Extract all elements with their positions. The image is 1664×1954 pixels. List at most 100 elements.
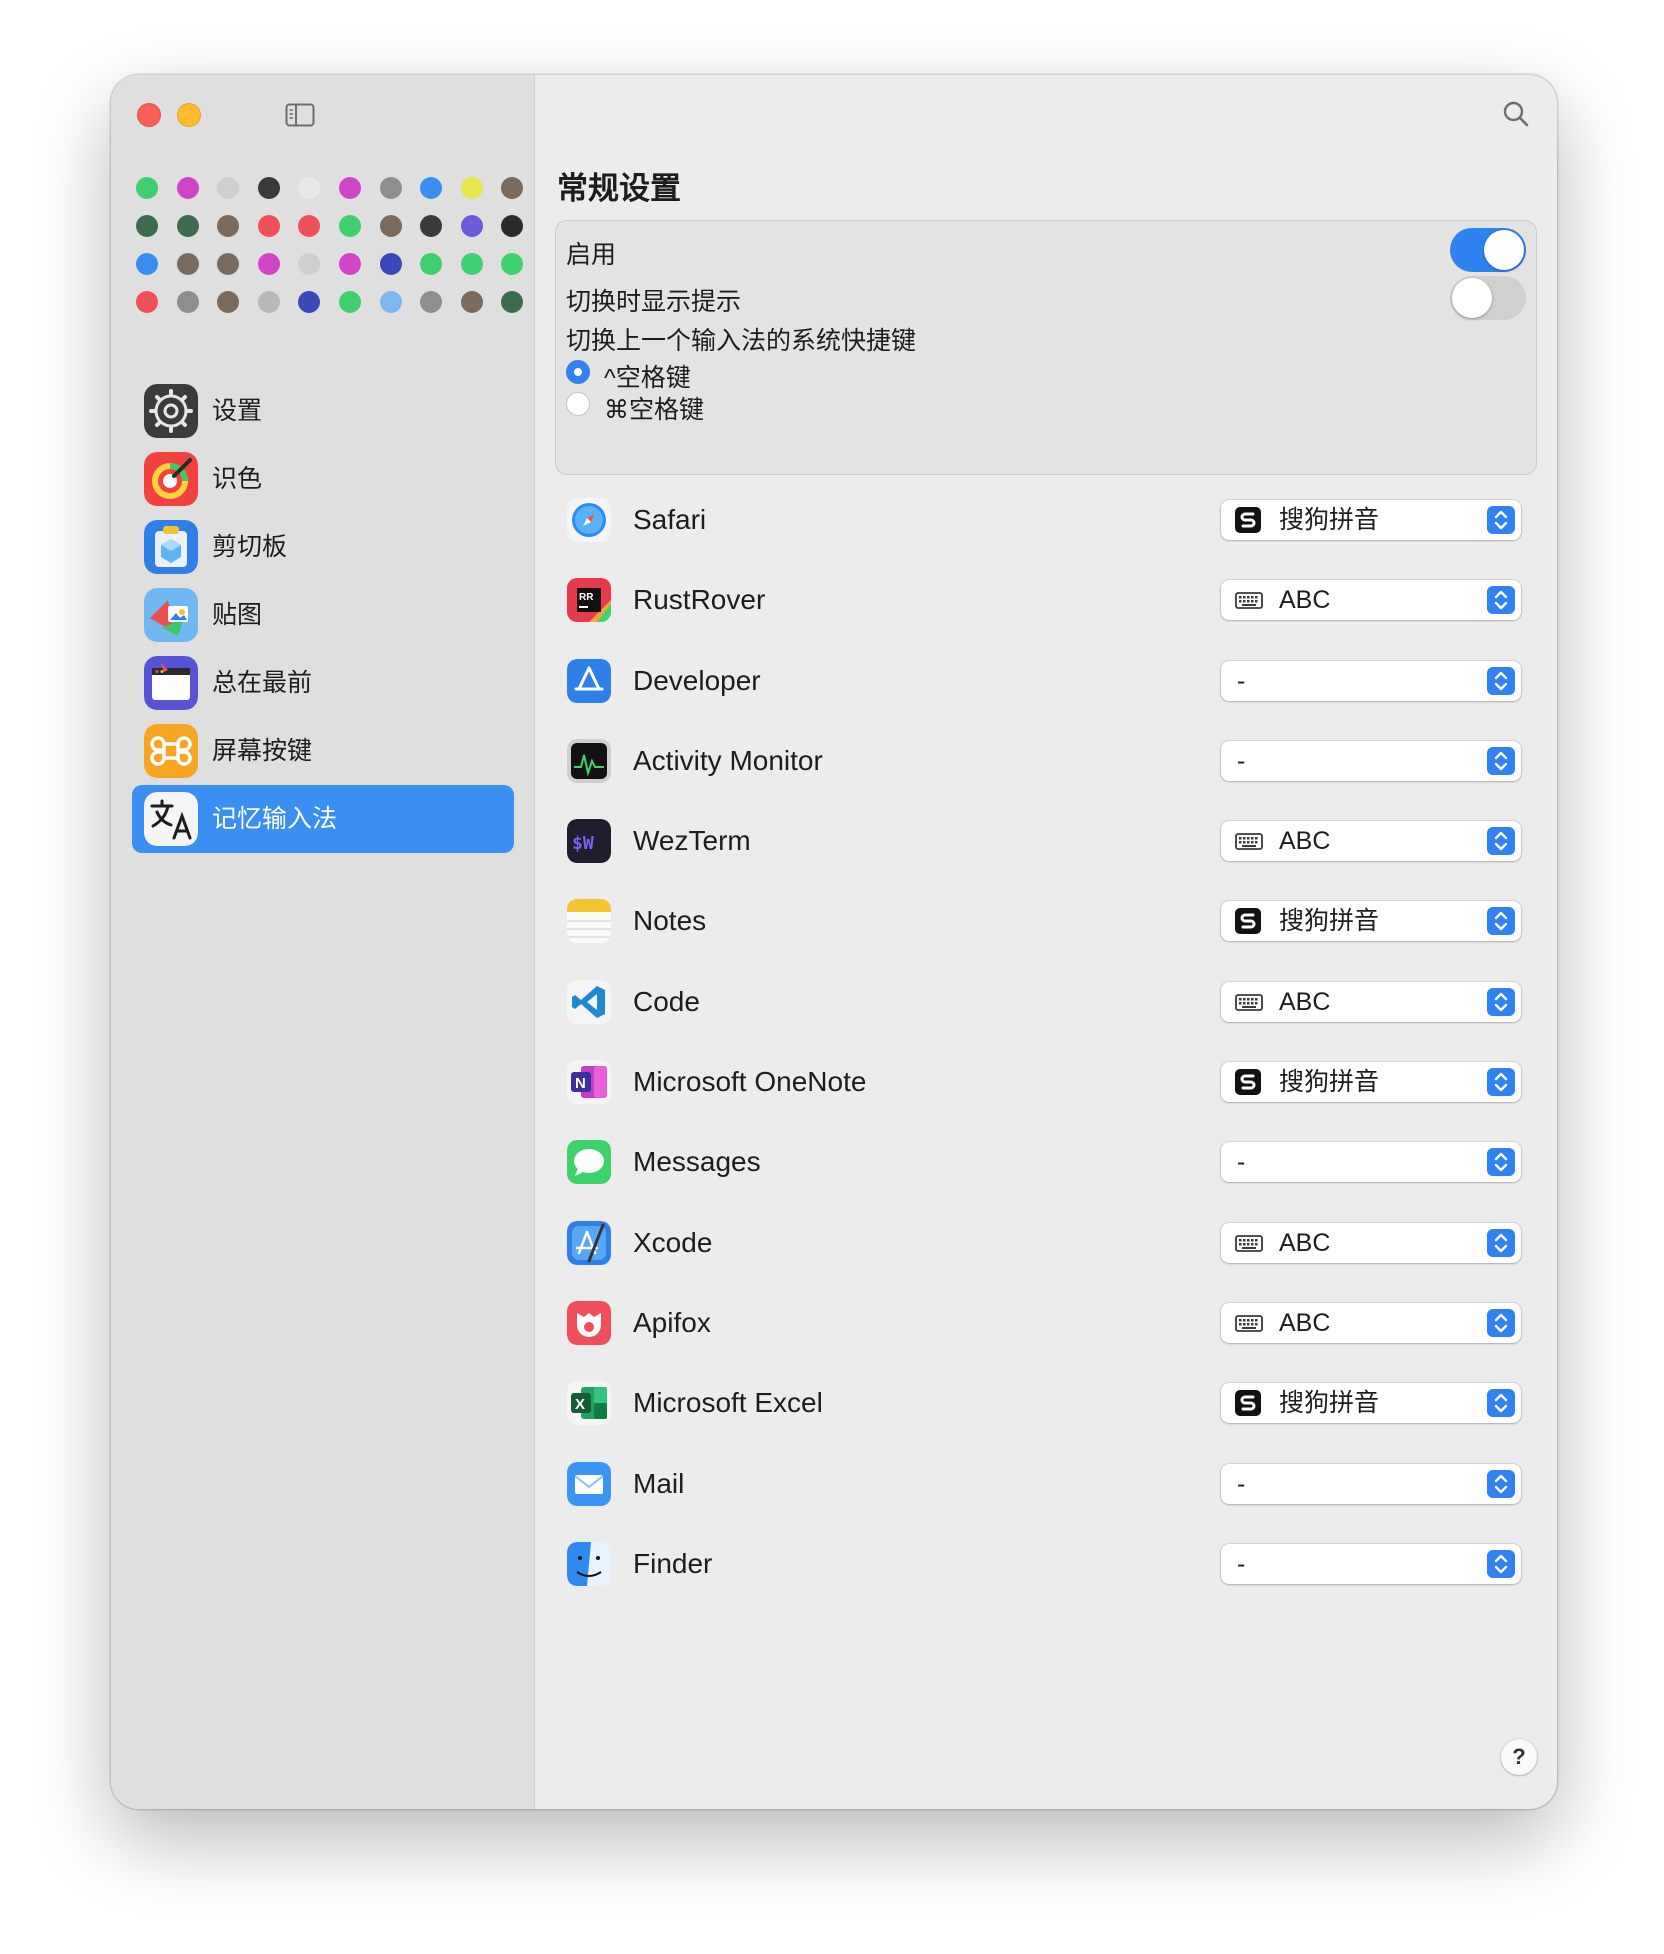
input-method-value: - (1237, 746, 1246, 775)
palette-swatch[interactable] (460, 177, 483, 199)
palette-swatch[interactable] (136, 253, 158, 275)
input-method-select[interactable]: - (1221, 1463, 1521, 1504)
input-method-select[interactable]: ABC (1221, 821, 1521, 862)
input-method-select[interactable]: 搜狗拼音 (1221, 901, 1521, 942)
radio-ctrl-space[interactable] (566, 360, 590, 384)
input-method-select[interactable]: - (1221, 660, 1521, 701)
radio-ctrl-space-label: ^空格键 (604, 364, 691, 392)
sidebar-item-label: 记忆输入法 (212, 805, 338, 833)
palette-swatch[interactable] (420, 253, 443, 275)
palette-swatch[interactable] (460, 253, 483, 275)
sogou-icon (1235, 908, 1263, 935)
app-name: RustRover (633, 584, 766, 616)
palette-swatch[interactable] (257, 253, 280, 275)
app-name: Notes (633, 905, 707, 937)
palette-swatch[interactable] (136, 215, 158, 237)
palette-swatch[interactable] (339, 253, 361, 275)
palette-swatch[interactable] (339, 177, 361, 199)
sidebar-item-window-pin[interactable]: 总在最前 (132, 649, 514, 717)
input-method-value: ABC (1279, 1308, 1331, 1337)
search-icon[interactable] (1501, 99, 1531, 134)
palette-swatch[interactable] (379, 291, 402, 313)
input-method-value: 搜狗拼音 (1279, 506, 1380, 534)
palette-swatch[interactable] (176, 291, 199, 313)
close-button[interactable] (137, 103, 161, 127)
palette-swatch[interactable] (501, 177, 524, 199)
toggle-sidebar-icon[interactable] (285, 103, 315, 132)
sidebar-item-color-picker[interactable]: 识色 (132, 445, 514, 513)
minimize-button[interactable] (177, 103, 201, 127)
chevron-up-down-icon (1487, 1228, 1515, 1257)
input-method-value: ABC (1279, 987, 1331, 1016)
palette-swatch[interactable] (136, 291, 158, 313)
palette-swatch[interactable] (257, 177, 280, 199)
enable-switch[interactable] (1450, 228, 1526, 272)
hint-label: 切换时显示提示 (566, 288, 742, 316)
onenote-icon: N (567, 1060, 611, 1105)
svg-text:RR: RR (579, 592, 594, 603)
app-name: Safari (633, 504, 707, 535)
input-method-select[interactable]: ABC (1221, 580, 1521, 621)
input-method-select[interactable]: 搜狗拼音 (1221, 1383, 1521, 1424)
palette-swatch[interactable] (298, 253, 321, 275)
app-row: N Microsoft OneNote 搜狗拼音 (555, 1042, 1535, 1122)
palette-swatch[interactable] (379, 177, 402, 199)
palette-swatch[interactable] (217, 253, 240, 275)
palette-swatch[interactable] (379, 215, 402, 237)
palette-swatch[interactable] (176, 253, 199, 275)
svg-text:$W: $W (572, 833, 594, 854)
rustrover-icon: RR (567, 578, 611, 623)
input-method-select[interactable]: 搜狗拼音 (1221, 500, 1521, 540)
palette-swatch[interactable] (339, 215, 361, 237)
sidebar-item-settings[interactable]: 设置 (132, 377, 514, 445)
input-method-select[interactable]: ABC (1221, 981, 1521, 1022)
app-row: Finder - (555, 1524, 1535, 1604)
sidebar-item-screen-keys[interactable]: 屏幕按键 (132, 717, 514, 785)
sidebar-item-clipboard[interactable]: 剪切板 (132, 513, 514, 581)
palette-swatch[interactable] (217, 291, 240, 313)
input-method-value: - (1237, 1148, 1246, 1177)
palette-swatch[interactable] (420, 215, 443, 237)
palette-swatch[interactable] (176, 177, 199, 199)
translate-icon (144, 792, 198, 846)
input-method-select[interactable]: ABC (1221, 1302, 1521, 1343)
palette-swatch[interactable] (501, 215, 524, 237)
input-method-select[interactable]: - (1221, 740, 1521, 781)
palette-swatch[interactable] (257, 291, 280, 313)
palette-swatch[interactable] (136, 177, 158, 199)
palette-swatch[interactable] (420, 291, 443, 313)
palette-swatch[interactable] (420, 177, 443, 199)
palette-swatch[interactable] (217, 177, 240, 199)
wezterm-icon: $W (567, 819, 611, 864)
sidebar-item-input-memory[interactable]: 记忆输入法 (132, 785, 514, 853)
palette-swatch[interactable] (298, 177, 321, 199)
chevron-up-down-icon (1487, 987, 1515, 1016)
palette-swatch[interactable] (217, 215, 240, 237)
palette-swatch[interactable] (379, 253, 402, 275)
help-button[interactable]: ? (1501, 1739, 1537, 1775)
app-row: $W WezTerm ABC (555, 801, 1535, 881)
palette-swatch[interactable] (257, 215, 280, 237)
palette-swatch[interactable] (339, 291, 361, 313)
input-method-select[interactable]: - (1221, 1543, 1521, 1584)
palette-swatch[interactable] (460, 291, 483, 313)
input-method-select[interactable]: 搜狗拼音 (1221, 1062, 1521, 1103)
palette-swatch[interactable] (501, 291, 524, 313)
settings-window: 设置 识色 剪切板 贴图 总在最前 屏幕按键 记忆输入法 常规设置 启用 切换时… (111, 75, 1557, 1809)
sidebar-item-sticker[interactable]: 贴图 (132, 581, 514, 649)
input-method-select[interactable]: - (1221, 1142, 1521, 1183)
input-method-select[interactable]: ABC (1221, 1222, 1521, 1263)
palette-swatch[interactable] (460, 215, 483, 237)
hint-switch[interactable] (1450, 276, 1526, 320)
app-name: Finder (633, 1547, 713, 1579)
radio-cmd-space[interactable] (566, 392, 590, 416)
palette-swatch[interactable] (298, 291, 321, 313)
app-name: Mail (633, 1467, 685, 1499)
app-row: Messages - (555, 1122, 1535, 1202)
palette-swatch[interactable] (176, 215, 199, 237)
app-row: Xcode ABC (555, 1203, 1535, 1283)
app-row: Apifox ABC (555, 1283, 1535, 1363)
palette-swatch[interactable] (501, 253, 524, 275)
keyboard-icon (1235, 587, 1263, 613)
palette-swatch[interactable] (298, 215, 321, 237)
